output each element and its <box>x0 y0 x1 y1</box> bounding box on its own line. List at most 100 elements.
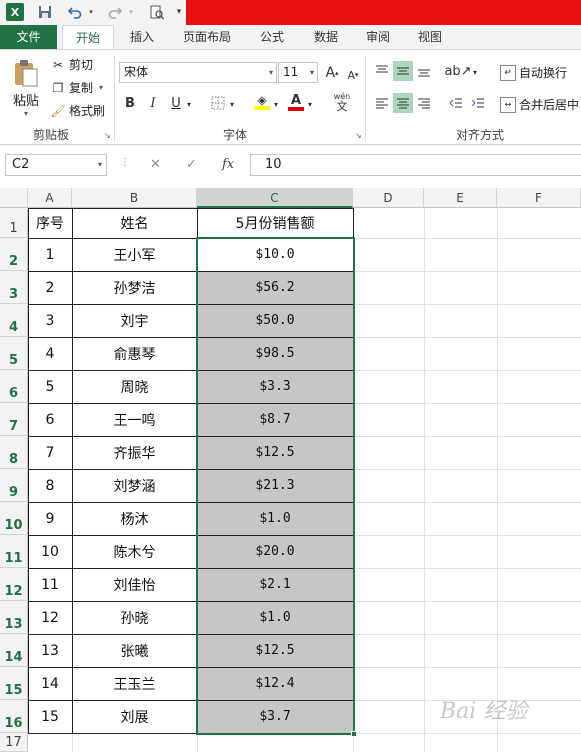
worksheet-grid[interactable]: ABCDEF 1 2 3 4 5 6 7 8 9 10 11 12 13 14 15 16 17 序号 姓名 5月份… <box>0 188 581 752</box>
align-right-button[interactable] <box>414 93 434 113</box>
italic-button[interactable]: I <box>143 93 163 113</box>
formula-input[interactable]: 10 <box>250 154 581 176</box>
tab-home[interactable]: 开始 <box>62 25 114 50</box>
cell-seq[interactable]: 1 <box>28 238 72 271</box>
underline-dropdown-icon[interactable]: ▾ <box>184 94 194 114</box>
name-box[interactable]: C2 ▾ <box>5 154 107 176</box>
borders-button[interactable] <box>208 93 228 113</box>
increase-indent-button[interactable] <box>468 93 488 113</box>
fill-dropdown-icon[interactable]: ▾ <box>271 94 281 114</box>
cell-seq[interactable]: 9 <box>28 502 72 535</box>
cell-name[interactable]: 王小军 <box>72 238 197 271</box>
cell-seq[interactable]: 11 <box>28 568 72 601</box>
cell-name[interactable]: 刘展 <box>72 700 197 733</box>
wrap-text-button[interactable]: ↵ 自动换行 <box>500 64 567 81</box>
grow-font-button[interactable]: A ▴ <box>322 63 342 83</box>
row-header-1[interactable]: 1 <box>0 208 28 238</box>
enter-formula-icon[interactable]: ✓ <box>186 157 197 172</box>
cell-seq[interactable]: 5 <box>28 370 72 403</box>
tab-formulas[interactable]: 公式 <box>252 25 292 49</box>
orientation-button[interactable]: ab↗ <box>444 61 471 81</box>
cell-name[interactable]: 张曦 <box>72 634 197 667</box>
cell-name[interactable]: 王一鸣 <box>72 403 197 436</box>
cell-seq[interactable]: 7 <box>28 436 72 469</box>
row-header-3[interactable]: 3 <box>0 271 28 304</box>
shrink-font-button[interactable]: A ▾ <box>343 65 363 85</box>
cancel-formula-icon[interactable]: ✕ <box>150 157 161 172</box>
cell-seq[interactable]: 13 <box>28 634 72 667</box>
redo-dropdown-icon[interactable]: ▾ <box>126 3 136 21</box>
row-header-11[interactable]: 11 <box>0 535 28 568</box>
print-preview-icon[interactable] <box>148 3 166 21</box>
cell-seq[interactable]: 4 <box>28 337 72 370</box>
font-dialog-launcher-icon[interactable]: ↘ <box>355 131 362 140</box>
column-header-e[interactable]: E <box>424 188 497 208</box>
row-header-8[interactable]: 8 <box>0 436 28 469</box>
cell-name[interactable]: 王玉兰 <box>72 667 197 700</box>
tab-data[interactable]: 数据 <box>306 25 346 49</box>
row-header-16[interactable]: 16 <box>0 700 28 733</box>
row-header-6[interactable]: 6 <box>0 370 28 403</box>
font-color-button[interactable]: A <box>286 92 306 112</box>
row-header-15[interactable]: 15 <box>0 667 28 700</box>
font-color-dropdown-icon[interactable]: ▾ <box>305 94 315 114</box>
column-header-c[interactable]: C <box>197 188 353 208</box>
align-left-button[interactable] <box>372 93 392 113</box>
copy-button[interactable]: ❐ 复制 ▾ <box>50 79 103 96</box>
borders-dropdown-icon[interactable]: ▾ <box>227 94 237 114</box>
cell-name[interactable]: 周晓 <box>72 370 197 403</box>
font-name-combo[interactable]: 宋体 ▾ <box>119 62 277 83</box>
row-header-5[interactable]: 5 <box>0 337 28 370</box>
table-header-cell[interactable]: 序号 <box>28 208 72 238</box>
merge-center-button[interactable]: ↔ 合并后居中 <box>500 96 579 113</box>
cell-name[interactable]: 孙梦洁 <box>72 271 197 304</box>
clipboard-dialog-launcher-icon[interactable]: ↘ <box>104 131 111 140</box>
row-header-9[interactable]: 9 <box>0 469 28 502</box>
cell-name[interactable]: 杨沐 <box>72 502 197 535</box>
cell-name[interactable]: 齐振华 <box>72 436 197 469</box>
cell-seq[interactable]: 15 <box>28 700 72 733</box>
row-header-4[interactable]: 4 <box>0 304 28 337</box>
row-header-2[interactable]: 2 <box>0 238 28 271</box>
cell-seq[interactable]: 3 <box>28 304 72 337</box>
cell-seq[interactable]: 2 <box>28 271 72 304</box>
cell-seq[interactable]: 12 <box>28 601 72 634</box>
column-header-d[interactable]: D <box>353 188 424 208</box>
tab-page-layout[interactable]: 页面布局 <box>176 25 238 49</box>
row-header-12[interactable]: 12 <box>0 568 28 601</box>
save-icon[interactable] <box>36 3 54 21</box>
font-size-combo[interactable]: 11 ▾ <box>278 62 318 83</box>
cut-button[interactable]: ✂ 剪切 <box>50 56 93 73</box>
undo-icon[interactable] <box>66 3 84 21</box>
customize-qat-icon[interactable]: ▾ <box>174 3 184 21</box>
align-middle-button[interactable] <box>393 61 413 81</box>
paste-button[interactable]: 粘贴 ▾ <box>8 58 44 118</box>
column-header-a[interactable]: A <box>28 188 72 208</box>
cell-name[interactable]: 刘佳怡 <box>72 568 197 601</box>
cell-name[interactable]: 刘梦涵 <box>72 469 197 502</box>
undo-dropdown-icon[interactable]: ▾ <box>86 3 96 21</box>
row-header-14[interactable]: 14 <box>0 634 28 667</box>
row-header-13[interactable]: 13 <box>0 601 28 634</box>
fill-color-button[interactable]: ◈ <box>252 92 272 112</box>
cell-seq[interactable]: 8 <box>28 469 72 502</box>
format-painter-button[interactable]: 🖌 格式刷 <box>50 102 105 119</box>
tab-insert[interactable]: 插入 <box>122 25 162 49</box>
column-header-f[interactable]: F <box>497 188 581 208</box>
tab-file[interactable]: 文件 <box>0 25 57 49</box>
cell-name[interactable]: 孙晓 <box>72 601 197 634</box>
row-header-7[interactable]: 7 <box>0 403 28 436</box>
tab-view[interactable]: 视图 <box>410 25 450 49</box>
underline-button[interactable]: U <box>166 93 186 113</box>
row-header-10[interactable]: 10 <box>0 502 28 535</box>
insert-function-icon[interactable]: fx <box>222 157 234 172</box>
cell-seq[interactable]: 14 <box>28 667 72 700</box>
redo-icon[interactable] <box>106 3 124 21</box>
row-header-17[interactable]: 17 <box>0 733 28 752</box>
bold-button[interactable]: B <box>120 93 140 113</box>
align-bottom-button[interactable] <box>414 61 434 81</box>
align-top-button[interactable] <box>372 61 392 81</box>
column-header-b[interactable]: B <box>72 188 197 208</box>
phonetic-button[interactable]: wén 文 <box>330 92 354 112</box>
cell-name[interactable]: 刘宇 <box>72 304 197 337</box>
